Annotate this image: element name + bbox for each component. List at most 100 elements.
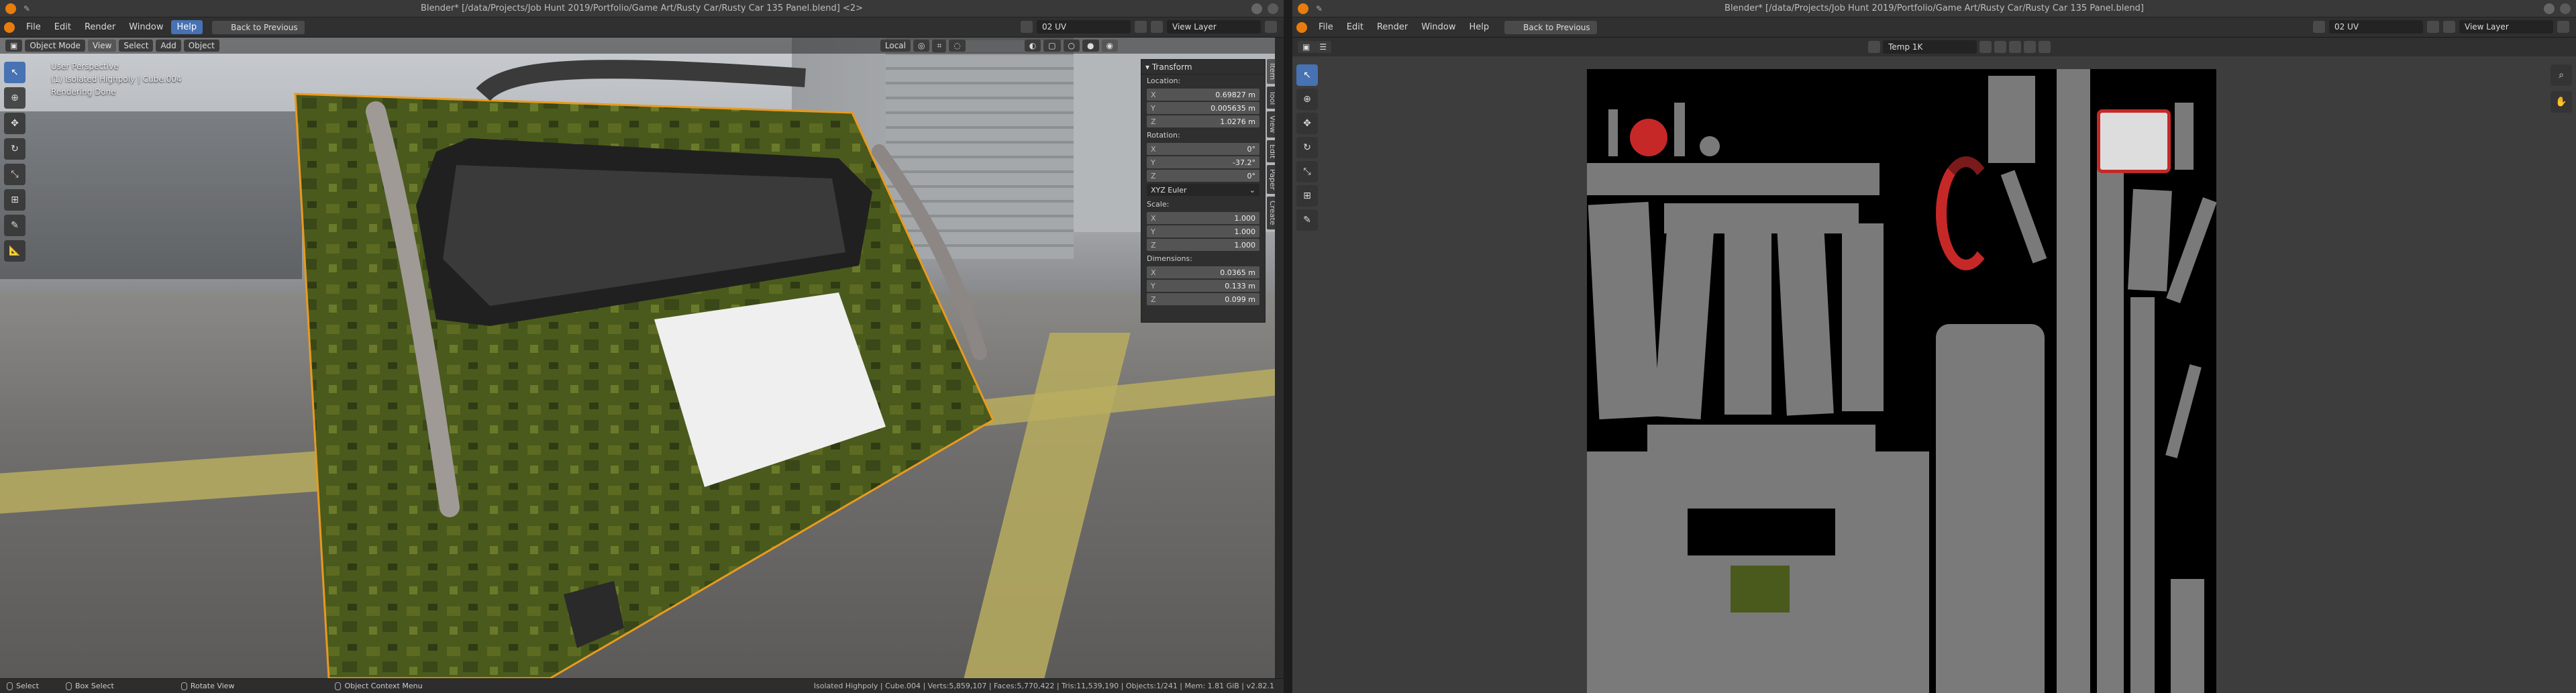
blender-menu-icon[interactable]: [4, 21, 15, 33]
rotate-tool-icon[interactable]: ↻: [1296, 137, 1318, 158]
transform-orientation-dropdown[interactable]: Local: [880, 40, 911, 52]
pan-hand-icon[interactable]: ✋: [2551, 91, 2572, 113]
rotation-x-field[interactable]: X 0°: [1147, 143, 1259, 155]
scale-x-field[interactable]: X 1.000: [1147, 212, 1259, 224]
uv-red-arc: [1936, 156, 1996, 270]
shading-wire-icon[interactable]: ○: [1063, 40, 1080, 52]
viewport-info-overlay: User Perspective (1) Isolated Highpoly |…: [51, 60, 182, 99]
scene-statistics: Isolated Highpoly | Cube.004 | Verts:5,8…: [813, 682, 1274, 690]
image-browse-icon[interactable]: [1868, 41, 1881, 53]
dimensions-y-field[interactable]: Y 0.133 m: [1147, 280, 1259, 292]
measure-tool-icon[interactable]: 📐: [4, 240, 25, 262]
uv-layer-field[interactable]: 02 UV: [2329, 20, 2423, 34]
tab-paper[interactable]: Paper: [1267, 164, 1275, 194]
menu-window[interactable]: Window: [123, 20, 169, 34]
location-y-field[interactable]: Y 0.005635 m: [1147, 102, 1259, 114]
location-z-field[interactable]: Z 1.0276 m: [1147, 115, 1259, 127]
hamburger-menu-icon[interactable]: ☰: [1315, 41, 1332, 53]
copy-icon[interactable]: [2427, 21, 2439, 33]
menu-add[interactable]: Add: [156, 40, 181, 52]
menu-render[interactable]: Render: [79, 20, 121, 34]
view-layer-field[interactable]: View Layer: [2459, 20, 2553, 34]
view-layer-icon[interactable]: [2443, 21, 2455, 33]
menu-window[interactable]: Window: [1415, 20, 1461, 34]
cursor-tool-icon[interactable]: ⊕: [4, 87, 25, 109]
close-icon[interactable]: [1268, 3, 1278, 14]
menu-edit[interactable]: Edit: [1341, 20, 1370, 34]
menu-select[interactable]: Select: [119, 40, 154, 52]
dimensions-z-field[interactable]: Z 0.099 m: [1147, 293, 1259, 305]
fake-user-icon[interactable]: [1979, 41, 1992, 53]
back-to-previous-button[interactable]: Back to Previous: [212, 20, 305, 34]
unlink-icon[interactable]: [2024, 41, 2037, 53]
move-tool-icon[interactable]: ✥: [4, 113, 25, 134]
rotate-tool-icon[interactable]: ↻: [4, 138, 25, 160]
back-to-previous-button[interactable]: Back to Previous: [1504, 20, 1597, 34]
transform-section-header[interactable]: ▾ Transform: [1141, 60, 1265, 74]
add-icon[interactable]: [2557, 21, 2569, 33]
proportional-icon[interactable]: ◌: [949, 40, 966, 52]
scale-z-field[interactable]: Z 1.000: [1147, 239, 1259, 251]
rotation-z-field[interactable]: Z 0°: [1147, 170, 1259, 182]
minimize-icon[interactable]: [2544, 3, 2555, 14]
blender-menu-icon[interactable]: [1296, 21, 1307, 33]
scene-icon[interactable]: [1021, 21, 1033, 33]
menu-render[interactable]: Render: [1371, 20, 1414, 34]
pin-icon[interactable]: ✎: [1314, 3, 1325, 14]
scale-tool-icon[interactable]: ⤡: [4, 164, 25, 185]
editor-type-dropdown[interactable]: ▣: [1298, 41, 1315, 53]
shading-solid-icon[interactable]: ●: [1082, 40, 1099, 52]
cursor-tool-icon[interactable]: ⊕: [1296, 89, 1318, 110]
panel-model[interactable]: [0, 38, 1141, 678]
rotation-y-field[interactable]: Y -37.2°: [1147, 156, 1259, 168]
dimensions-x-field[interactable]: X 0.0365 m: [1147, 266, 1259, 278]
new-image-icon[interactable]: [1994, 41, 2007, 53]
menu-file[interactable]: File: [1312, 20, 1339, 34]
rotation-mode-dropdown[interactable]: XYZ Euler ⌄: [1147, 184, 1259, 196]
menu-edit[interactable]: Edit: [48, 20, 77, 34]
pin-image-icon[interactable]: [2039, 41, 2051, 53]
annotate-tool-icon[interactable]: ✎: [4, 215, 25, 236]
close-icon[interactable]: [2560, 3, 2571, 14]
snap-icon[interactable]: ⌗: [932, 39, 947, 52]
xray-icon[interactable]: ▢: [1043, 40, 1061, 52]
scale-y-field[interactable]: Y 1.000: [1147, 225, 1259, 237]
title-bar: ✎ Blender* [/data/Projects/Job Hunt 2019…: [0, 0, 1284, 17]
tab-create[interactable]: Create: [1267, 197, 1275, 229]
select-tool-icon[interactable]: ↖: [4, 62, 25, 83]
select-tool-icon[interactable]: ↖: [1296, 64, 1318, 86]
transform-tool-icon[interactable]: ⊞: [1296, 185, 1318, 207]
tab-view[interactable]: View: [1267, 111, 1275, 138]
uv-layer-field[interactable]: 02 UV: [1037, 20, 1131, 34]
tab-edit[interactable]: Edit: [1267, 140, 1275, 162]
overlays-icon[interactable]: ◐: [1024, 40, 1041, 52]
move-tool-icon[interactable]: ✥: [1296, 113, 1318, 134]
image-name-field[interactable]: Temp 1K: [1883, 40, 1977, 54]
view-layer-field[interactable]: View Layer: [1167, 20, 1261, 34]
menu-help[interactable]: Help: [1463, 20, 1496, 34]
menu-object[interactable]: Object: [183, 40, 219, 52]
3d-viewport[interactable]: ▣ Object Mode View Select Add Object Loc…: [0, 38, 1275, 678]
uv-texture-image[interactable]: [1587, 69, 2216, 693]
add-icon[interactable]: [1265, 21, 1277, 33]
scale-tool-icon[interactable]: ⤡: [1296, 161, 1318, 182]
transform-tool-icon[interactable]: ⊞: [4, 189, 25, 211]
pin-icon[interactable]: ✎: [21, 3, 32, 14]
location-x-field[interactable]: X 0.69827 m: [1147, 89, 1259, 101]
copy-icon[interactable]: [1135, 21, 1147, 33]
object-mode-dropdown[interactable]: Object Mode: [25, 40, 85, 52]
tab-item[interactable]: Item: [1267, 59, 1275, 85]
menu-file[interactable]: File: [20, 20, 47, 34]
annotate-tool-icon[interactable]: ✎: [1296, 209, 1318, 231]
minimize-icon[interactable]: [1251, 3, 1262, 14]
menu-help[interactable]: Help: [170, 20, 203, 34]
view-layer-icon[interactable]: [1151, 21, 1163, 33]
pivot-icon[interactable]: ◎: [913, 40, 930, 52]
editor-type-dropdown[interactable]: ▣: [5, 40, 23, 52]
open-image-icon[interactable]: [2009, 41, 2022, 53]
shading-rendered-icon[interactable]: ◉: [1101, 40, 1118, 52]
zoom-icon[interactable]: ⌕: [2551, 64, 2572, 86]
scene-icon[interactable]: [2313, 21, 2325, 33]
tab-tool[interactable]: Tool: [1267, 87, 1275, 109]
menu-view[interactable]: View: [87, 40, 117, 52]
